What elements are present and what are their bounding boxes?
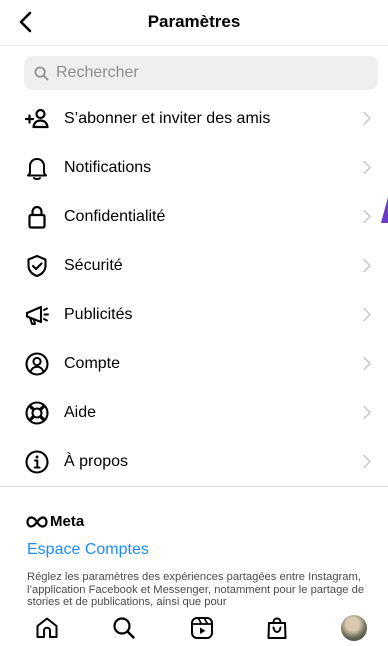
menu-item-security[interactable]: Sécurité [0,241,388,290]
reels-icon[interactable] [189,615,215,641]
shield-check-icon [27,254,47,278]
add-person-icon [24,108,49,129]
menu-item-label: Sécurité [64,256,123,274]
account-circle-icon [25,352,49,376]
profile-avatar[interactable] [341,615,367,641]
lifebuoy-icon [25,401,49,425]
menu-item-label: Notifications [64,158,152,176]
menu-item-privacy[interactable]: Confidentialité [0,192,388,241]
menu-item-label: Aide [64,403,97,421]
section-divider [0,486,388,487]
edge-accent-shape [381,197,388,223]
chevron-right-icon [363,356,371,371]
menu-item-label: Compte [64,354,121,372]
shop-icon[interactable] [264,615,290,641]
home-icon[interactable] [34,615,60,641]
meta-brand-text: Meta [50,513,85,530]
search-input[interactable] [56,64,356,82]
meta-infinity-icon [26,515,48,528]
menu-item-label: S’abonner et inviter des amis [64,109,271,127]
chevron-right-icon [363,258,371,273]
menu-item-label: Publicités [64,305,133,323]
bell-icon [27,158,47,180]
chevron-right-icon [363,307,371,322]
accounts-center-link[interactable]: Espace Comptes [27,541,149,559]
search-icon[interactable] [111,615,137,641]
menu-item-label: Confidentialité [64,207,166,225]
chevron-right-icon [363,160,371,175]
accounts-center-description: Réglez les paramètres des expériences pa… [27,571,365,608]
search-icon [34,66,49,80]
menu-item-follow-invite[interactable]: S’abonner et inviter des amis [0,94,388,143]
menu-item-help[interactable]: Aide [0,388,388,437]
chevron-right-icon [363,405,371,420]
info-icon [25,450,49,474]
meta-logo: Meta [26,513,84,530]
search-bar[interactable] [24,56,378,90]
menu-item-label: À propos [64,452,129,470]
page-title: Paramètres [147,12,241,31]
menu-item-ads[interactable]: Publicités [0,290,388,339]
lock-icon [28,205,46,229]
menu-item-account[interactable]: Compte [0,339,388,388]
chevron-right-icon [363,111,371,126]
chevron-right-icon [363,454,371,469]
menu-item-about[interactable]: À propos [0,437,388,486]
chevron-right-icon [363,209,371,224]
header: Paramètres [0,0,388,46]
bottom-nav [0,609,388,646]
settings-menu: S’abonner et inviter des amis Notificati… [0,94,388,486]
menu-item-notifications[interactable]: Notifications [0,143,388,192]
megaphone-icon [25,305,49,325]
